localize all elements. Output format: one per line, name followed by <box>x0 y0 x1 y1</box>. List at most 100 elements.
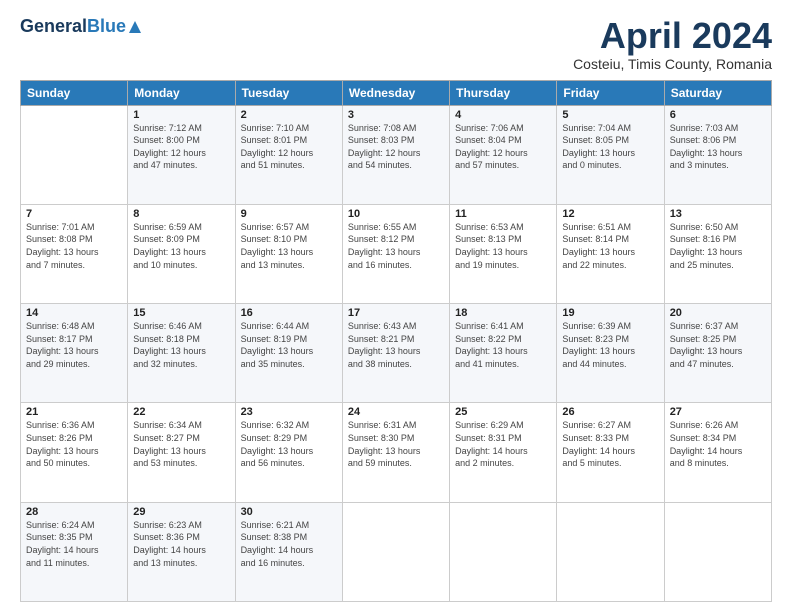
day-cell: 23Sunrise: 6:32 AMSunset: 8:29 PMDayligh… <box>235 403 342 502</box>
day-info-line: and 41 minutes. <box>455 358 551 371</box>
day-info-line: and 59 minutes. <box>348 457 444 470</box>
day-cell: 20Sunrise: 6:37 AMSunset: 8:25 PMDayligh… <box>664 304 771 403</box>
logo-general: GeneralBlue <box>20 16 126 37</box>
day-info-line: Sunrise: 7:10 AM <box>241 122 337 135</box>
day-info-line: Sunrise: 6:37 AM <box>670 320 766 333</box>
day-cell: 12Sunrise: 6:51 AMSunset: 8:14 PMDayligh… <box>557 204 664 303</box>
day-cell <box>450 502 557 601</box>
day-info-line: Sunrise: 6:34 AM <box>133 419 229 432</box>
day-number: 28 <box>26 506 122 518</box>
day-info-line: Daylight: 12 hours <box>241 147 337 160</box>
day-info-line: Daylight: 13 hours <box>670 345 766 358</box>
day-info-line: Daylight: 13 hours <box>26 345 122 358</box>
day-info-line: and 13 minutes. <box>133 557 229 570</box>
day-number: 7 <box>26 208 122 220</box>
day-info-line: and 50 minutes. <box>26 457 122 470</box>
day-cell: 24Sunrise: 6:31 AMSunset: 8:30 PMDayligh… <box>342 403 449 502</box>
day-cell: 9Sunrise: 6:57 AMSunset: 8:10 PMDaylight… <box>235 204 342 303</box>
day-info-line: Daylight: 13 hours <box>670 147 766 160</box>
day-info-line: Daylight: 13 hours <box>562 246 658 259</box>
day-info-line: Daylight: 13 hours <box>455 246 551 259</box>
day-number: 6 <box>670 109 766 121</box>
day-number: 20 <box>670 307 766 319</box>
day-number: 25 <box>455 406 551 418</box>
day-info-line: and 19 minutes. <box>455 259 551 272</box>
day-info-line: Daylight: 13 hours <box>133 445 229 458</box>
day-info-line: and 10 minutes. <box>133 259 229 272</box>
weekday-header-row: SundayMondayTuesdayWednesdayThursdayFrid… <box>21 80 772 105</box>
day-cell: 18Sunrise: 6:41 AMSunset: 8:22 PMDayligh… <box>450 304 557 403</box>
day-info-line: and 29 minutes. <box>26 358 122 371</box>
day-info-line: Sunset: 8:08 PM <box>26 233 122 246</box>
day-info-line: Daylight: 13 hours <box>26 246 122 259</box>
day-cell: 2Sunrise: 7:10 AMSunset: 8:01 PMDaylight… <box>235 105 342 204</box>
day-info-line: Daylight: 13 hours <box>562 345 658 358</box>
day-info-line: and 47 minutes. <box>133 159 229 172</box>
day-info-line: Daylight: 12 hours <box>455 147 551 160</box>
day-cell: 7Sunrise: 7:01 AMSunset: 8:08 PMDaylight… <box>21 204 128 303</box>
day-info-line: Sunset: 8:18 PM <box>133 333 229 346</box>
day-info-line: Sunset: 8:26 PM <box>26 432 122 445</box>
day-info-line: and 3 minutes. <box>670 159 766 172</box>
day-info-line: Daylight: 13 hours <box>455 345 551 358</box>
day-info-line: Sunrise: 6:46 AM <box>133 320 229 333</box>
day-info-line: Sunrise: 6:57 AM <box>241 221 337 234</box>
week-row-5: 28Sunrise: 6:24 AMSunset: 8:35 PMDayligh… <box>21 502 772 601</box>
day-info-line: Sunset: 8:30 PM <box>348 432 444 445</box>
day-info-line: and 54 minutes. <box>348 159 444 172</box>
day-info-line: Sunrise: 6:32 AM <box>241 419 337 432</box>
day-cell: 5Sunrise: 7:04 AMSunset: 8:05 PMDaylight… <box>557 105 664 204</box>
day-cell <box>557 502 664 601</box>
day-info-line: Sunset: 8:19 PM <box>241 333 337 346</box>
day-info-line: Daylight: 14 hours <box>241 544 337 557</box>
day-number: 13 <box>670 208 766 220</box>
day-info-line: Sunset: 8:25 PM <box>670 333 766 346</box>
day-info-line: Sunset: 8:34 PM <box>670 432 766 445</box>
day-info-line: Daylight: 14 hours <box>562 445 658 458</box>
day-info-line: and 57 minutes. <box>455 159 551 172</box>
day-cell: 26Sunrise: 6:27 AMSunset: 8:33 PMDayligh… <box>557 403 664 502</box>
day-info-line: Sunset: 8:00 PM <box>133 134 229 147</box>
day-cell: 27Sunrise: 6:26 AMSunset: 8:34 PMDayligh… <box>664 403 771 502</box>
day-number: 12 <box>562 208 658 220</box>
day-info-line: Sunrise: 7:08 AM <box>348 122 444 135</box>
day-info-line: Sunset: 8:09 PM <box>133 233 229 246</box>
day-info-line: and 7 minutes. <box>26 259 122 272</box>
day-number: 18 <box>455 307 551 319</box>
logo-icon <box>128 20 142 34</box>
day-info-line: Sunset: 8:16 PM <box>670 233 766 246</box>
day-info-line: Sunrise: 6:36 AM <box>26 419 122 432</box>
page: GeneralBlue April 2024 Costeiu, Timis Co… <box>0 0 792 612</box>
day-cell: 21Sunrise: 6:36 AMSunset: 8:26 PMDayligh… <box>21 403 128 502</box>
day-info-line: and 2 minutes. <box>455 457 551 470</box>
day-info-line: Daylight: 13 hours <box>562 147 658 160</box>
day-info-line: Daylight: 14 hours <box>133 544 229 557</box>
day-info-line: Sunset: 8:03 PM <box>348 134 444 147</box>
day-info-line: and 25 minutes. <box>670 259 766 272</box>
day-info-line: Daylight: 13 hours <box>133 345 229 358</box>
day-number: 19 <box>562 307 658 319</box>
day-info-line: Sunrise: 6:21 AM <box>241 519 337 532</box>
day-info-line: and 11 minutes. <box>26 557 122 570</box>
day-cell: 16Sunrise: 6:44 AMSunset: 8:19 PMDayligh… <box>235 304 342 403</box>
day-info-line: Sunrise: 6:23 AM <box>133 519 229 532</box>
day-info-line: and 44 minutes. <box>562 358 658 371</box>
day-cell: 19Sunrise: 6:39 AMSunset: 8:23 PMDayligh… <box>557 304 664 403</box>
day-info-line: Sunset: 8:29 PM <box>241 432 337 445</box>
day-number: 2 <box>241 109 337 121</box>
weekday-header-saturday: Saturday <box>664 80 771 105</box>
day-info-line: Sunrise: 7:06 AM <box>455 122 551 135</box>
day-info-line: Sunset: 8:36 PM <box>133 531 229 544</box>
day-number: 21 <box>26 406 122 418</box>
day-number: 11 <box>455 208 551 220</box>
day-info-line: and 32 minutes. <box>133 358 229 371</box>
day-info-line: Sunrise: 6:48 AM <box>26 320 122 333</box>
day-info-line: and 51 minutes. <box>241 159 337 172</box>
day-number: 1 <box>133 109 229 121</box>
day-number: 9 <box>241 208 337 220</box>
day-info-line: Sunset: 8:22 PM <box>455 333 551 346</box>
day-cell <box>664 502 771 601</box>
day-cell: 8Sunrise: 6:59 AMSunset: 8:09 PMDaylight… <box>128 204 235 303</box>
day-info-line: Daylight: 13 hours <box>133 246 229 259</box>
day-info-line: Sunrise: 6:43 AM <box>348 320 444 333</box>
